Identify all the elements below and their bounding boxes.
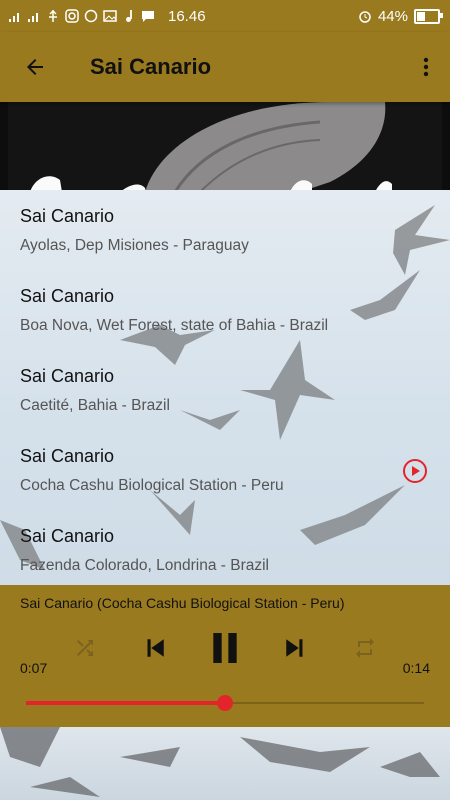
header-bird-photo [0,102,450,192]
signal-icon [9,13,19,22]
total-duration: 0:14 [402,660,430,676]
track-title: Sai Canario [20,286,115,306]
signal-icon [28,13,38,22]
track-title: Sai Canario [20,446,115,466]
list-item[interactable]: Sai Canario Ayolas, Dep Misiones - Parag… [0,192,450,272]
track-location: Cocha Cashu Biological Station - Peru [20,477,284,494]
skip-previous-icon [147,639,164,657]
shuffle-button[interactable] [70,633,100,663]
elapsed-time: 0:07 [20,660,48,676]
battery-icon [414,8,443,24]
list-item[interactable]: Sai Canario Caetité, Bahia - Brazil [0,352,450,432]
back-button[interactable] [0,32,70,102]
overflow-menu-button[interactable] [402,32,450,102]
music-note-icon [126,10,132,22]
track-title: Sai Canario [20,366,115,386]
track-location: Ayolas, Dep Misiones - Paraguay [20,237,249,254]
app-bar: Sai Canario [0,32,450,102]
now-playing-title: Sai Canario (Cocha Cashu Biological Stat… [20,595,345,611]
gallery-icon [103,10,117,22]
list-item[interactable]: Sai Canario Boa Nova, Wet Forest, state … [0,272,450,352]
track-list: Sai Canario Ayolas, Dep Misiones - Parag… [0,192,450,592]
play-circle-icon[interactable] [402,458,428,484]
seek-bar[interactable] [26,695,424,711]
track-location: Boa Nova, Wet Forest, state of Bahia - B… [20,317,329,334]
repeat-button[interactable] [350,633,380,663]
next-button[interactable] [277,630,313,666]
status-bar: 16.46 44% [0,0,450,32]
bird-image [0,102,450,192]
track-location: Fazenda Colorado, Londrina - Brazil [20,557,269,574]
seek-thumb[interactable] [217,695,233,711]
bottom-background-image [0,727,450,800]
flying-birds-image [0,727,440,797]
page-title: Sai Canario [90,54,212,79]
seek-progress [26,701,225,705]
alarm-icon [359,11,371,23]
pause-button[interactable] [202,625,248,671]
message-icon [142,11,154,22]
player-panel: Sai Canario (Cocha Cashu Biological Stat… [0,585,450,727]
instagram-icon [65,9,79,23]
battery-percent: 44% [377,7,408,25]
more-vert-icon [423,57,429,77]
shuffle-icon [77,640,93,656]
track-title: Sai Canario [20,206,115,226]
repeat-icon [356,638,374,658]
usb-icon [49,9,57,22]
list-item-playing[interactable]: Sai Canario Cocha Cashu Biological Stati… [0,432,450,512]
status-time: 16.46 [168,7,206,25]
whatsapp-icon [84,9,98,23]
skip-next-icon [286,639,303,657]
arrow-left-icon [27,59,43,75]
previous-button[interactable] [137,630,173,666]
pause-icon [213,633,237,663]
track-title: Sai Canario [20,526,115,546]
track-location: Caetité, Bahia - Brazil [20,397,170,414]
list-item[interactable]: Sai Canario Fazenda Colorado, Londrina -… [0,512,450,592]
